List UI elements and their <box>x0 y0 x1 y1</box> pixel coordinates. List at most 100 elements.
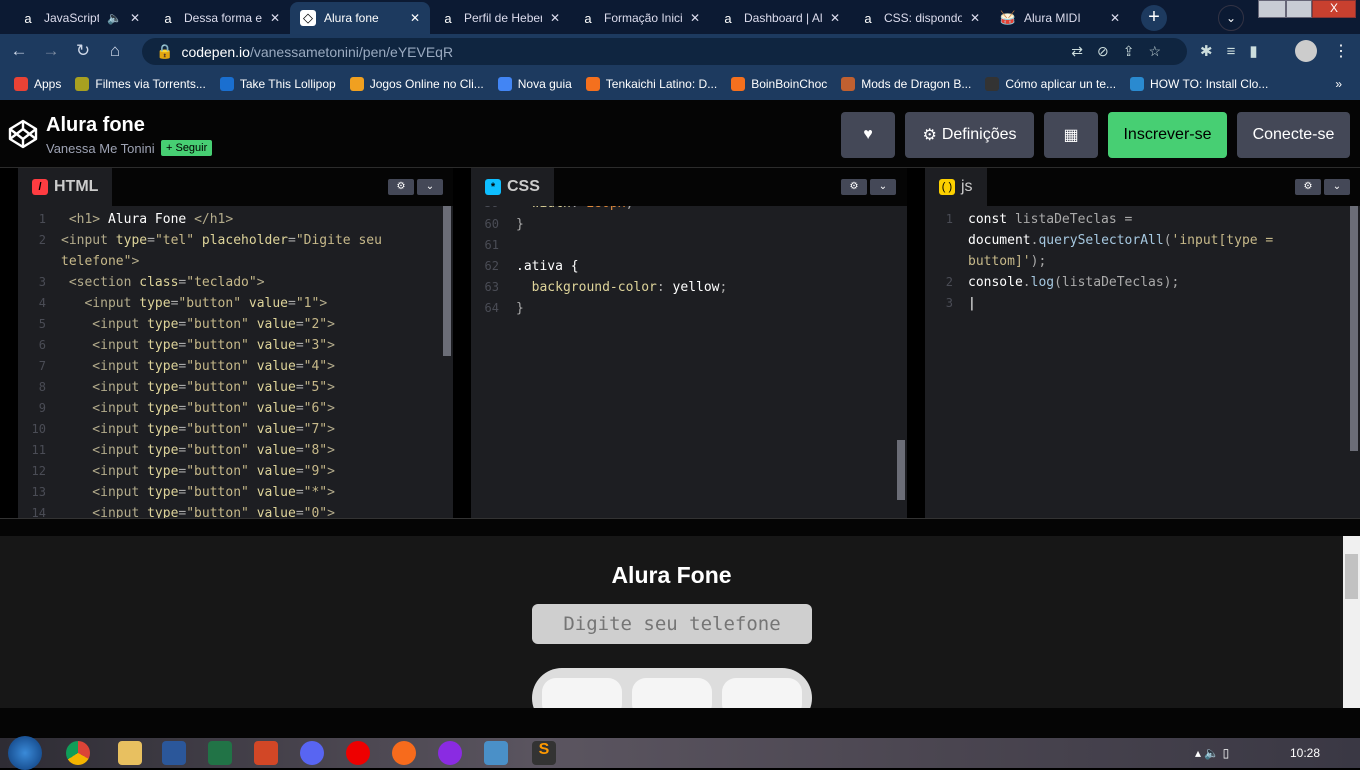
bookmark[interactable]: HOW TO: Install Clo... <box>1130 77 1268 91</box>
css-collapse-button[interactable]: ⌄ <box>870 179 896 195</box>
resize-handle[interactable] <box>0 518 1360 536</box>
remote-taskbar-icon[interactable] <box>484 741 508 765</box>
css-icon: * <box>485 179 501 195</box>
html-code[interactable]: 1 <h1> Alura Fone </h1> 2 <input type="tel… <box>18 206 453 518</box>
browser-tab[interactable]: a CSS: dispondo ✕ <box>850 2 990 34</box>
powerpoint-taskbar-icon[interactable] <box>254 741 278 765</box>
chrome-taskbar-icon[interactable] <box>66 741 90 765</box>
bookmark[interactable]: Mods de Dragon B... <box>841 77 971 91</box>
preview-scrollbar[interactable] <box>1343 536 1360 708</box>
code-token: > <box>327 443 335 458</box>
line-number: 3 <box>945 296 953 310</box>
settings-button[interactable]: ⚙ Definições <box>905 112 1034 158</box>
browser-tab[interactable]: a Formação Inicia ✕ <box>570 2 710 34</box>
code-token: <input <box>61 422 148 437</box>
js-settings-button[interactable]: ⚙ <box>1295 179 1321 195</box>
clock[interactable]: 10:28 <box>1290 746 1320 760</box>
html-scrollbar[interactable] <box>443 206 451 356</box>
author-name[interactable]: Vanessa Me Tonini <box>46 141 155 156</box>
browser-tab[interactable]: a JavaScript 🔈 ✕ <box>10 2 150 34</box>
line-number: 7 <box>38 359 46 373</box>
address-bar-actions[interactable]: ⇄⊘⇪☆ <box>1071 43 1175 60</box>
css-tab[interactable]: * CSS <box>471 168 554 206</box>
line-number: 14 <box>31 506 46 518</box>
url-input[interactable]: 🔒 codepen.io/vanessametonini/pen/eYEVEqR … <box>142 38 1187 65</box>
line-number: 64 <box>484 301 499 315</box>
js-code[interactable]: 1 const listaDeTeclas = document.querySele… <box>925 206 1360 518</box>
youtube-music-taskbar-icon[interactable] <box>346 741 370 765</box>
firefox-taskbar-icon[interactable] <box>392 741 416 765</box>
new-tab-button[interactable]: + <box>1141 5 1167 31</box>
line-number: 61 <box>484 238 499 252</box>
close-tab-icon[interactable]: ✕ <box>550 11 560 25</box>
start-button[interactable] <box>8 736 42 770</box>
excel-taskbar-icon[interactable] <box>208 741 232 765</box>
phone-input[interactable] <box>532 604 812 644</box>
login-button[interactable]: Conecte-se <box>1237 112 1350 158</box>
bookmark[interactable]: Cómo aplicar un te... <box>985 77 1116 91</box>
discord-taskbar-icon[interactable] <box>300 741 324 765</box>
js-tab[interactable]: ( ) JS <box>925 168 987 206</box>
tray-icons[interactable]: ▴ 🔈 ▯ <box>1195 746 1229 760</box>
close-tab-icon[interactable]: ✕ <box>130 11 140 25</box>
love-button[interactable]: ♥ <box>841 112 895 158</box>
css-scrollbar[interactable] <box>897 440 905 500</box>
home-icon[interactable]: ⌂ <box>102 41 128 61</box>
html-label: HTML <box>54 178 99 195</box>
tab-search-button[interactable]: ⌄ <box>1218 5 1244 31</box>
code-token: value <box>256 401 296 416</box>
signup-button[interactable]: Inscrever-se <box>1108 112 1227 158</box>
css-code[interactable]: 59 width: 280px; 60} 61 62 .ativa {63 backgr… <box>471 206 907 518</box>
close-tab-icon[interactable]: ✕ <box>1110 11 1120 25</box>
bookmark[interactable]: Filmes via Torrents... <box>75 77 206 91</box>
close-tab-icon[interactable]: ✕ <box>410 11 420 25</box>
html-tab[interactable]: / HTML <box>18 168 113 206</box>
browser-tab[interactable]: a Dashboard | Al ✕ <box>710 2 850 34</box>
browser-tab[interactable]: a Dessa forma e ✕ <box>150 2 290 34</box>
bookmark[interactable]: Apps <box>14 77 61 91</box>
audio-icon[interactable]: 🔈 <box>107 11 122 25</box>
bookmark[interactable]: Nova guia <box>497 77 572 91</box>
code-line: console.log(listaDeTeclas); <box>968 275 1179 290</box>
browser-tab[interactable]: 🥁 Alura MIDI ✕ <box>990 2 1130 34</box>
codepen-logo-icon[interactable] <box>8 119 38 149</box>
js-collapse-button[interactable]: ⌄ <box>1324 179 1350 195</box>
minimize-button[interactable] <box>1258 0 1286 18</box>
maximize-button[interactable] <box>1286 0 1312 18</box>
css-settings-button[interactable]: ⚙ <box>841 179 867 195</box>
html-collapse-button[interactable]: ⌄ <box>417 179 443 195</box>
bookmark[interactable]: Jogos Online no Cli... <box>349 77 484 91</box>
browser-tab[interactable]: ◇ Alura fone ✕ <box>290 2 430 34</box>
forward-icon[interactable]: → <box>38 41 64 61</box>
close-window-button[interactable]: X <box>1312 0 1356 18</box>
close-tab-icon[interactable]: ✕ <box>970 11 980 25</box>
word-taskbar-icon[interactable] <box>162 741 186 765</box>
explorer-taskbar-icon[interactable] <box>118 741 142 765</box>
bookmark[interactable]: BoinBoinChoc <box>731 77 827 91</box>
code-token: <input <box>61 359 148 374</box>
close-tab-icon[interactable]: ✕ <box>690 11 700 25</box>
settings-label: Definições <box>941 126 1017 143</box>
code-line: <section class="teclado"> <box>61 275 265 290</box>
bookmark[interactable]: Tenkaichi Latino: D... <box>585 77 717 91</box>
extensions-icons[interactable]: ✱≡▮ <box>1200 42 1272 60</box>
back-icon[interactable]: ← <box>6 41 32 61</box>
app-taskbar-icon[interactable] <box>438 741 462 765</box>
menu-icon[interactable]: ⋮ <box>1333 41 1349 61</box>
close-tab-icon[interactable]: ✕ <box>830 11 840 25</box>
bookmark[interactable]: Take This Lollipop <box>219 77 336 91</box>
pen-title[interactable]: Alura fone <box>46 114 145 137</box>
js-scrollbar[interactable] <box>1350 206 1358 451</box>
reload-icon[interactable]: ↻ <box>70 41 96 61</box>
html-settings-button[interactable]: ⚙ <box>388 179 414 195</box>
code-token: "*" <box>303 485 328 500</box>
code-line: telefone"> <box>61 254 139 269</box>
browser-tab[interactable]: a Perfil de Heber ✕ <box>430 2 570 34</box>
more-bookmarks-button[interactable]: » <box>1335 77 1342 91</box>
profile-avatar[interactable] <box>1295 40 1317 62</box>
code-token: value <box>248 296 289 311</box>
sublime-taskbar-icon[interactable]: S <box>532 741 556 765</box>
close-tab-icon[interactable]: ✕ <box>270 11 280 25</box>
layout-button[interactable]: ▦ <box>1044 112 1098 158</box>
follow-button[interactable]: + Seguir <box>161 140 213 156</box>
